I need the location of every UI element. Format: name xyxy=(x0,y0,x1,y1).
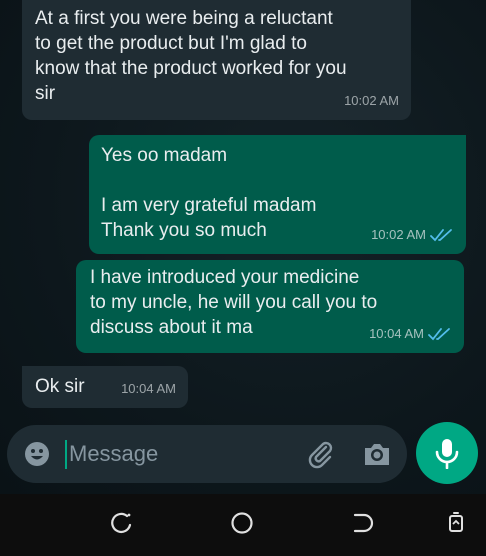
emoji-icon[interactable] xyxy=(24,441,50,467)
message-meta: 10:04 AM xyxy=(369,321,452,346)
message-time: 10:02 AM xyxy=(371,227,426,242)
message-incoming[interactable]: Ok sir 10:04 AM xyxy=(22,366,188,408)
system-navbar xyxy=(0,494,486,556)
home-icon[interactable] xyxy=(230,511,254,535)
read-ticks-icon xyxy=(428,327,450,340)
message-meta: 10:04 AM xyxy=(121,376,176,401)
message-composer[interactable]: Message xyxy=(7,425,407,483)
back-icon[interactable] xyxy=(351,511,375,535)
message-meta: 10:02 AM xyxy=(371,222,454,247)
message-time: 10:04 AM xyxy=(369,326,424,341)
message-outgoing[interactable]: I have introduced your medicine to my un… xyxy=(76,260,464,353)
read-ticks-icon xyxy=(430,228,452,241)
voice-record-button[interactable] xyxy=(416,422,478,484)
message-meta: 10:02 AM xyxy=(344,88,399,113)
recent-apps-icon[interactable] xyxy=(109,511,133,535)
message-time: 10:02 AM xyxy=(344,93,399,108)
camera-icon[interactable] xyxy=(362,440,392,468)
message-outgoing[interactable]: Yes oo madam I am very grateful madam Th… xyxy=(89,135,466,254)
rotate-icon[interactable] xyxy=(445,511,467,535)
message-input[interactable]: Message xyxy=(69,440,158,468)
message-incoming[interactable]: At a first you were being a reluctant to… xyxy=(22,0,411,120)
message-time: 10:04 AM xyxy=(121,381,176,396)
mic-icon xyxy=(435,439,459,469)
text-cursor xyxy=(65,440,67,469)
chat-area: At a first you were being a reluctant to… xyxy=(0,0,486,494)
attach-icon[interactable] xyxy=(306,439,336,469)
